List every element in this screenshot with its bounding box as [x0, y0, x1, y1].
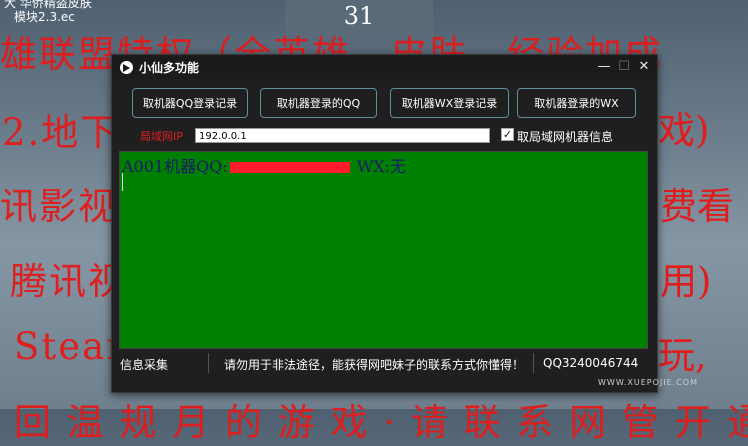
minimize-button[interactable]: — [595, 58, 613, 76]
lan-ip-label: 局域网IP [140, 130, 183, 143]
wallpaper-text-line: 腾讯视 [10, 260, 127, 303]
watermark-text: WWW.XUEPOJIE.COM [598, 378, 698, 387]
wallpaper-text-line: 2.地下 [2, 111, 120, 154]
output-prefix: A001机器QQ: [122, 157, 228, 176]
title-bar[interactable]: 小仙多功能 — ☐ ✕ [112, 55, 657, 79]
output-line: A001机器QQ: WX:无 [122, 153, 406, 177]
lan-info-checkbox[interactable]: ✓ [501, 128, 514, 141]
desktop-caption-line1: 大 华侨精盗皮肤 [4, 0, 92, 10]
output-textarea[interactable]: A001机器QQ: WX:无 [119, 151, 648, 349]
get-qq-login-records-button[interactable]: 取机器QQ登录记录 [132, 88, 248, 118]
close-button[interactable]: ✕ [635, 58, 653, 76]
status-bar: 信息采集 请勿用于非法途径，能获得网吧妹子的联系方式你懂得！ QQ3240046… [112, 353, 657, 375]
get-wx-login-records-button[interactable]: 取机器WX登录记录 [390, 88, 509, 118]
wallpaper-text-fragment: 用) [660, 260, 712, 303]
output-suffix: WX:无 [351, 157, 407, 176]
window-title: 小仙多功能 [139, 61, 200, 75]
wallpaper-text-fragment: 戏) [658, 109, 710, 152]
lan-info-checkbox-label[interactable]: 取局域网机器信息 [517, 128, 613, 145]
get-logged-in-qq-button[interactable]: 取机器登录的QQ [260, 88, 377, 118]
lan-ip-input[interactable]: 192.0.0.1 [195, 128, 490, 143]
status-middle: 请勿用于非法途径，能获得网吧妹子的联系方式你懂得！ [224, 358, 525, 372]
get-logged-in-wx-button[interactable]: 取机器登录的WX [517, 88, 636, 118]
status-right: QQ3240046744 [543, 356, 639, 370]
wallpaper-text-line: 回 温 规 月 的 游 戏 · 请 联 系 网 管 开 通 [14, 401, 748, 444]
app-logo-icon [120, 61, 133, 74]
desktop-caption: 大 华侨精盗皮肤 模块2.3.ec [4, 0, 92, 24]
wallpaper-text-fragment: 玩, [658, 334, 707, 377]
status-divider [533, 353, 534, 373]
app-window: 小仙多功能 — ☐ ✕ 取机器QQ登录记录 取机器登录的QQ 取机器WX登录记录… [111, 54, 697, 393]
wallpaper-text-fragment: 费看 [660, 185, 734, 228]
wallpaper-text-line: 讯影视 [0, 185, 117, 228]
status-divider [208, 353, 209, 373]
status-left: 信息采集 [120, 358, 169, 372]
redaction-bar [229, 162, 350, 173]
desktop-caption-line2: 模块2.3.ec [14, 10, 75, 24]
text-cursor [122, 173, 123, 191]
maximize-button[interactable]: ☐ [615, 58, 633, 76]
